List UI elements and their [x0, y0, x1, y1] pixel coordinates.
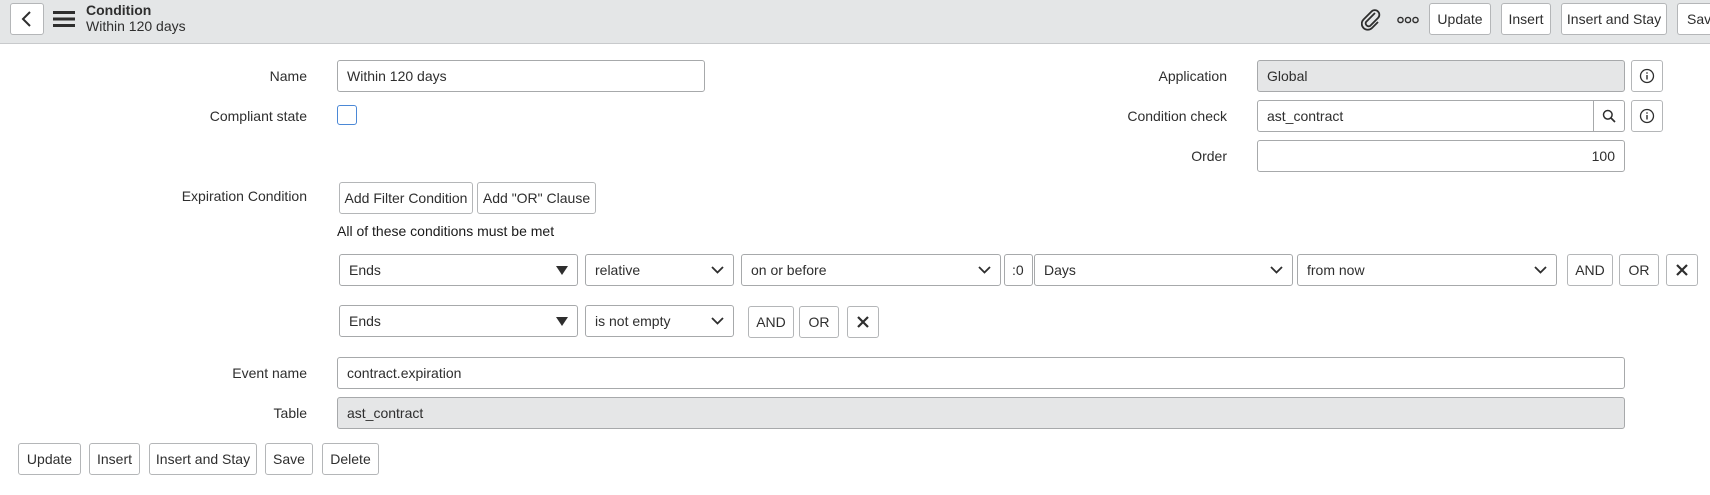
header-update-button[interactable]: Update: [1429, 3, 1491, 35]
order-input[interactable]: 100: [1257, 140, 1625, 172]
condition1-field-value: Ends: [349, 262, 381, 278]
back-button[interactable]: [10, 3, 44, 35]
header-save-button[interactable]: Save: [1677, 3, 1710, 35]
chevron-down-icon: [978, 266, 991, 274]
name-input[interactable]: Within 120 days: [337, 60, 705, 92]
form-header: Condition Within 120 days Update Insert …: [0, 0, 1710, 44]
condition1-mode-select[interactable]: relative: [585, 254, 734, 286]
condition2-operator-value: is not empty: [595, 313, 671, 329]
order-label: Order: [1191, 148, 1227, 164]
condition-check-input[interactable]: ast_contract: [1257, 100, 1594, 132]
footer-insert-button[interactable]: Insert: [89, 443, 140, 475]
condition1-unit-value: Days: [1044, 262, 1076, 278]
application-field: Global: [1257, 60, 1625, 92]
condition2-operator-select[interactable]: is not empty: [585, 305, 734, 337]
condition2-or-button[interactable]: OR: [799, 306, 839, 338]
search-icon: [1602, 109, 1616, 123]
name-label: Name: [269, 68, 307, 84]
expiration-condition-label: Expiration Condition: [181, 188, 307, 204]
condition1-operator-value: on or before: [751, 262, 827, 278]
condition2-and-button[interactable]: AND: [748, 306, 794, 338]
condition1-direction-value: from now: [1307, 262, 1365, 278]
chevron-down-icon: [711, 317, 724, 325]
condition-check-info-button[interactable]: [1631, 100, 1663, 132]
footer-insert-stay-button[interactable]: Insert and Stay: [149, 443, 257, 475]
application-label: Application: [1158, 68, 1228, 84]
condition1-remove-button[interactable]: [1666, 254, 1698, 286]
condition2-field-value: Ends: [349, 313, 381, 329]
chevron-down-icon: [1270, 266, 1283, 274]
condition1-operator-select[interactable]: on or before: [741, 254, 1001, 286]
chevron-down-icon: [711, 266, 724, 274]
condition-check-label: Condition check: [1127, 108, 1227, 124]
paperclip-icon: [1361, 9, 1381, 31]
add-or-clause-button[interactable]: Add "OR" Clause: [477, 182, 596, 214]
compliant-state-label: Compliant state: [209, 108, 307, 124]
close-icon: [1676, 264, 1688, 276]
more-options-icon: [1397, 16, 1419, 24]
table-field: ast_contract: [337, 397, 1625, 429]
info-icon: [1639, 68, 1655, 84]
compliant-state-checkbox[interactable]: [337, 105, 357, 125]
condition1-direction-select[interactable]: from now: [1297, 254, 1557, 286]
conditions-note: All of these conditions must be met: [337, 223, 555, 239]
event-name-input[interactable]: contract.expiration: [337, 357, 1625, 389]
condition1-field-select[interactable]: Ends: [339, 254, 578, 286]
condition1-unit-select[interactable]: Days: [1034, 254, 1293, 286]
footer-save-button[interactable]: Save: [265, 443, 313, 475]
caret-down-icon: [556, 265, 568, 275]
back-icon: [21, 11, 31, 27]
condition-check-lookup-button[interactable]: [1593, 100, 1625, 132]
info-icon: [1639, 108, 1655, 124]
condition1-amount-input[interactable]: :0: [1004, 254, 1033, 286]
footer-delete-button[interactable]: Delete: [322, 443, 379, 475]
close-icon: [857, 316, 869, 328]
add-filter-condition-button[interactable]: Add Filter Condition: [339, 182, 473, 214]
condition1-or-button[interactable]: OR: [1619, 254, 1659, 286]
attachment-button[interactable]: [1358, 7, 1384, 33]
header-insert-stay-button[interactable]: Insert and Stay: [1561, 3, 1667, 35]
condition1-and-button[interactable]: AND: [1567, 254, 1613, 286]
condition1-mode-value: relative: [595, 262, 641, 278]
footer-update-button[interactable]: Update: [18, 443, 81, 475]
record-name-subtitle: Within 120 days: [86, 18, 186, 34]
more-options-button[interactable]: [1396, 8, 1420, 32]
table-label: Table: [273, 405, 307, 421]
header-save-label: Save: [1687, 11, 1710, 27]
menu-button[interactable]: [52, 8, 76, 30]
header-insert-button[interactable]: Insert: [1501, 3, 1551, 35]
menu-icon: [53, 11, 75, 27]
application-info-button[interactable]: [1631, 60, 1663, 92]
caret-down-icon: [556, 316, 568, 326]
condition2-remove-button[interactable]: [847, 306, 879, 338]
chevron-down-icon: [1534, 266, 1547, 274]
condition2-field-select[interactable]: Ends: [339, 305, 578, 337]
event-name-label: Event name: [232, 365, 307, 381]
record-type-title: Condition: [86, 2, 152, 18]
